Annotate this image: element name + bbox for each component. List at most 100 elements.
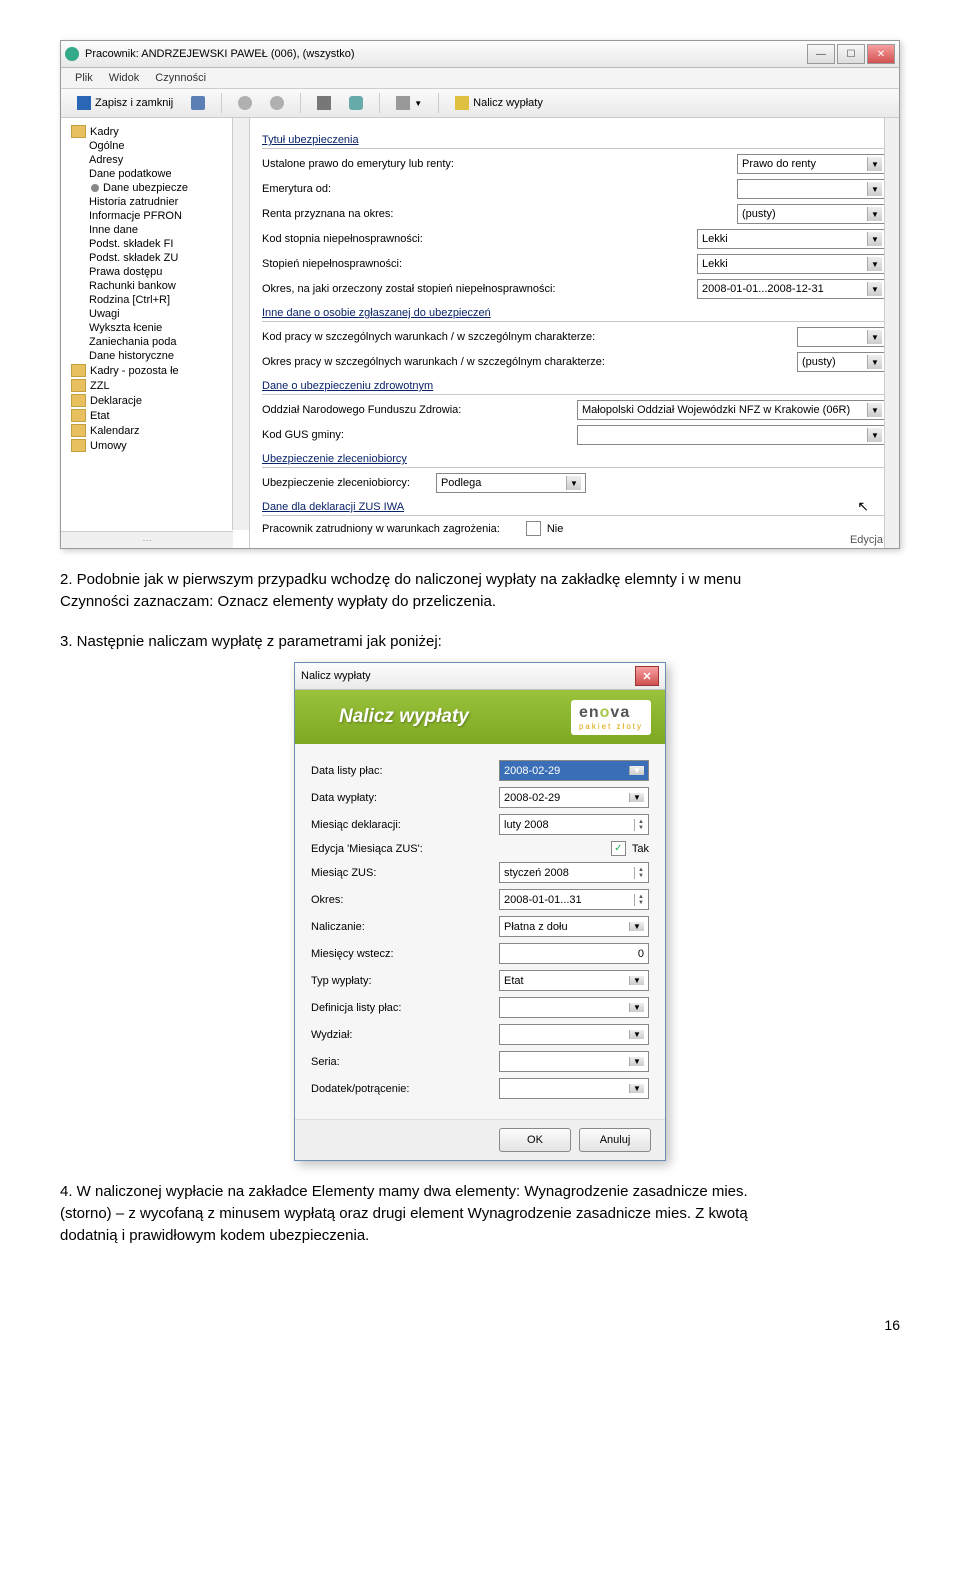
combo-special-work-period[interactable]: (pusty)▼ <box>797 352 887 372</box>
tree-item[interactable]: Rachunki bankow <box>89 279 245 293</box>
label-danger-work: Pracownik zatrudniony w warunkach zagroż… <box>262 523 500 535</box>
tree-root[interactable]: Kadry <box>71 124 245 139</box>
combo-disability-degree[interactable]: Lekki▼ <box>697 254 887 274</box>
titlebar: Pracownik: ANDRZEJEWSKI PAWEŁ (006), (ws… <box>61 41 899 68</box>
dlg-label-3: Miesiąc deklaracji: <box>311 819 461 831</box>
group-health: Dane o ubezpieczeniu zdrowotnym <box>262 380 887 392</box>
tree-folder[interactable]: Etat <box>71 408 245 423</box>
label-disability-period: Okres, na jaki orzeczony został stopień … <box>262 283 555 295</box>
dlg-series[interactable]: ▼ <box>499 1051 649 1072</box>
nav-tree[interactable]: Kadry Ogólne Adresy Dane podatkowe Dane … <box>61 118 250 548</box>
tree-scrollbar-h[interactable]: ⋯ <box>61 531 233 548</box>
combo-gus[interactable]: ▼ <box>577 425 887 445</box>
chevron-down-icon: ▼ <box>629 922 644 931</box>
page-number: 16 <box>60 1317 900 1333</box>
chevron-down-icon: ▼ <box>867 428 882 442</box>
dlg-calc-mode[interactable]: Płatna z dołu▼ <box>499 916 649 937</box>
cancel-button[interactable]: Anuluj <box>579 1128 651 1152</box>
nav-back-button[interactable] <box>232 94 258 112</box>
save-close-button[interactable]: Zapisz i zamknij <box>71 94 179 112</box>
combo-pension-right[interactable]: Prawo do renty▼ <box>737 154 887 174</box>
combo-disability-period[interactable]: 2008-01-01...2008-12-31▼ <box>697 279 887 299</box>
chevron-down-icon: ▼ <box>867 330 882 344</box>
combo-retirement-from[interactable]: ▼ <box>737 179 887 199</box>
ok-button[interactable]: OK <box>499 1128 571 1152</box>
checkbox-danger[interactable] <box>526 521 541 536</box>
db-button[interactable] <box>343 94 369 112</box>
group-contractor: Ubezpieczenie zleceniobiorcy <box>262 453 887 465</box>
spinner-icon: ▲▼ <box>634 867 644 879</box>
tree-folder[interactable]: Deklaracje <box>71 393 245 408</box>
tree-item[interactable]: Dane podatkowe <box>89 167 245 181</box>
dlg-list-def[interactable]: ▼ <box>499 997 649 1018</box>
tree-folder[interactable]: Kalendarz <box>71 423 245 438</box>
dlg-pay-type[interactable]: Etat▼ <box>499 970 649 991</box>
chevron-down-icon: ▼ <box>629 976 644 985</box>
combo-rent-period[interactable]: (pusty)▼ <box>737 204 887 224</box>
menu-plik[interactable]: Plik <box>75 72 93 84</box>
combo-nfz[interactable]: Małopolski Oddział Wojewódzki NFZ w Krak… <box>577 400 887 420</box>
tree-item[interactable]: Adresy <box>89 153 245 167</box>
checkbox-danger-label: Nie <box>547 523 564 535</box>
print-button[interactable]: ▼ <box>390 94 428 112</box>
dlg-months-back[interactable]: 0 <box>499 943 649 964</box>
maximize-button[interactable]: ☐ <box>837 44 865 64</box>
minimize-button[interactable]: — <box>807 44 835 64</box>
dlg-date-pay[interactable]: 2008-02-29▼ <box>499 787 649 808</box>
tree-item[interactable]: Podst. składek ZU <box>89 251 245 265</box>
chevron-down-icon: ▼ <box>566 476 581 490</box>
folder-icon <box>71 439 86 452</box>
toolbar: Zapisz i zamknij ▼ Nalicz wypłaty <box>61 89 899 118</box>
chevron-down-icon: ▼ <box>629 793 644 802</box>
dlg-dept[interactable]: ▼ <box>499 1024 649 1045</box>
tree-folder[interactable]: Umowy <box>71 438 245 453</box>
calc-pay-button[interactable]: Nalicz wypłaty <box>449 94 549 112</box>
separator <box>438 93 439 113</box>
dlg-month-decl[interactable]: luty 2008▲▼ <box>499 814 649 835</box>
group-other-person: Inne dane o osobie zgłaszanej do ubezpie… <box>262 307 887 319</box>
tools-button[interactable] <box>311 94 337 112</box>
dialog-close-button[interactable]: ✕ <box>635 666 659 686</box>
combo-contractor-ins[interactable]: Podlega▼ <box>436 473 586 493</box>
tree-item[interactable]: Ogólne <box>89 139 245 153</box>
tree-item[interactable]: Informacje PFRON <box>89 209 245 223</box>
status-mode: Edycja <box>850 534 883 546</box>
dlg-label-5: Miesiąc ZUS: <box>311 867 461 879</box>
tree-item[interactable]: Uwagi <box>89 307 245 321</box>
dlg-date-list[interactable]: 2008-02-29▼ <box>499 760 649 781</box>
nav-fwd-button[interactable] <box>264 94 290 112</box>
folder-icon <box>71 424 86 437</box>
save-button[interactable] <box>185 94 211 112</box>
tree-item[interactable]: Dane historyczne <box>89 349 245 363</box>
chevron-down-icon: ▼ <box>867 207 882 221</box>
dlg-label-7: Naliczanie: <box>311 921 461 933</box>
dlg-edit-zus-month[interactable]: ✓Tak <box>611 841 649 856</box>
star-icon <box>455 96 469 110</box>
dlg-zus-month[interactable]: styczeń 2008▲▼ <box>499 862 649 883</box>
tree-item[interactable]: Dane ubezpiecze <box>89 181 245 195</box>
combo-disability-code[interactable]: Lekki▼ <box>697 229 887 249</box>
tree-item[interactable]: Prawa dostępu <box>89 265 245 279</box>
chevron-down-icon: ▼ <box>629 1030 644 1039</box>
tree-scrollbar-v[interactable] <box>232 118 249 530</box>
tree-item[interactable]: Zaniechania poda <box>89 335 245 349</box>
dlg-addition[interactable]: ▼ <box>499 1078 649 1099</box>
tree-item[interactable]: Rodzina [Ctrl+R] <box>89 293 245 307</box>
close-button[interactable]: ✕ <box>867 44 895 64</box>
combo-special-work-code[interactable]: ▼ <box>797 327 887 347</box>
menu-widok[interactable]: Widok <box>109 72 140 84</box>
cursor-icon: ↖ <box>857 498 869 515</box>
app-icon <box>65 47 79 61</box>
dlg-period[interactable]: 2008-01-01...31▲▼ <box>499 889 649 910</box>
tree-item[interactable]: Podst. składek FI <box>89 237 245 251</box>
form-scrollbar[interactable] <box>884 118 899 548</box>
tree-folder[interactable]: Kadry - pozosta łe <box>71 363 245 378</box>
tree-item[interactable]: Historia zatrudnier <box>89 195 245 209</box>
tree-item[interactable]: Inne dane <box>89 223 245 237</box>
tree-folder[interactable]: ZZL <box>71 378 245 393</box>
chevron-down-icon: ▼ <box>867 355 882 369</box>
menu-czynnosci[interactable]: Czynności <box>155 72 206 84</box>
dlg-label-13: Dodatek/potrącenie: <box>311 1083 461 1095</box>
dlg-label-2: Data wypłaty: <box>311 792 461 804</box>
tree-item[interactable]: Wykszta łcenie <box>89 321 245 335</box>
